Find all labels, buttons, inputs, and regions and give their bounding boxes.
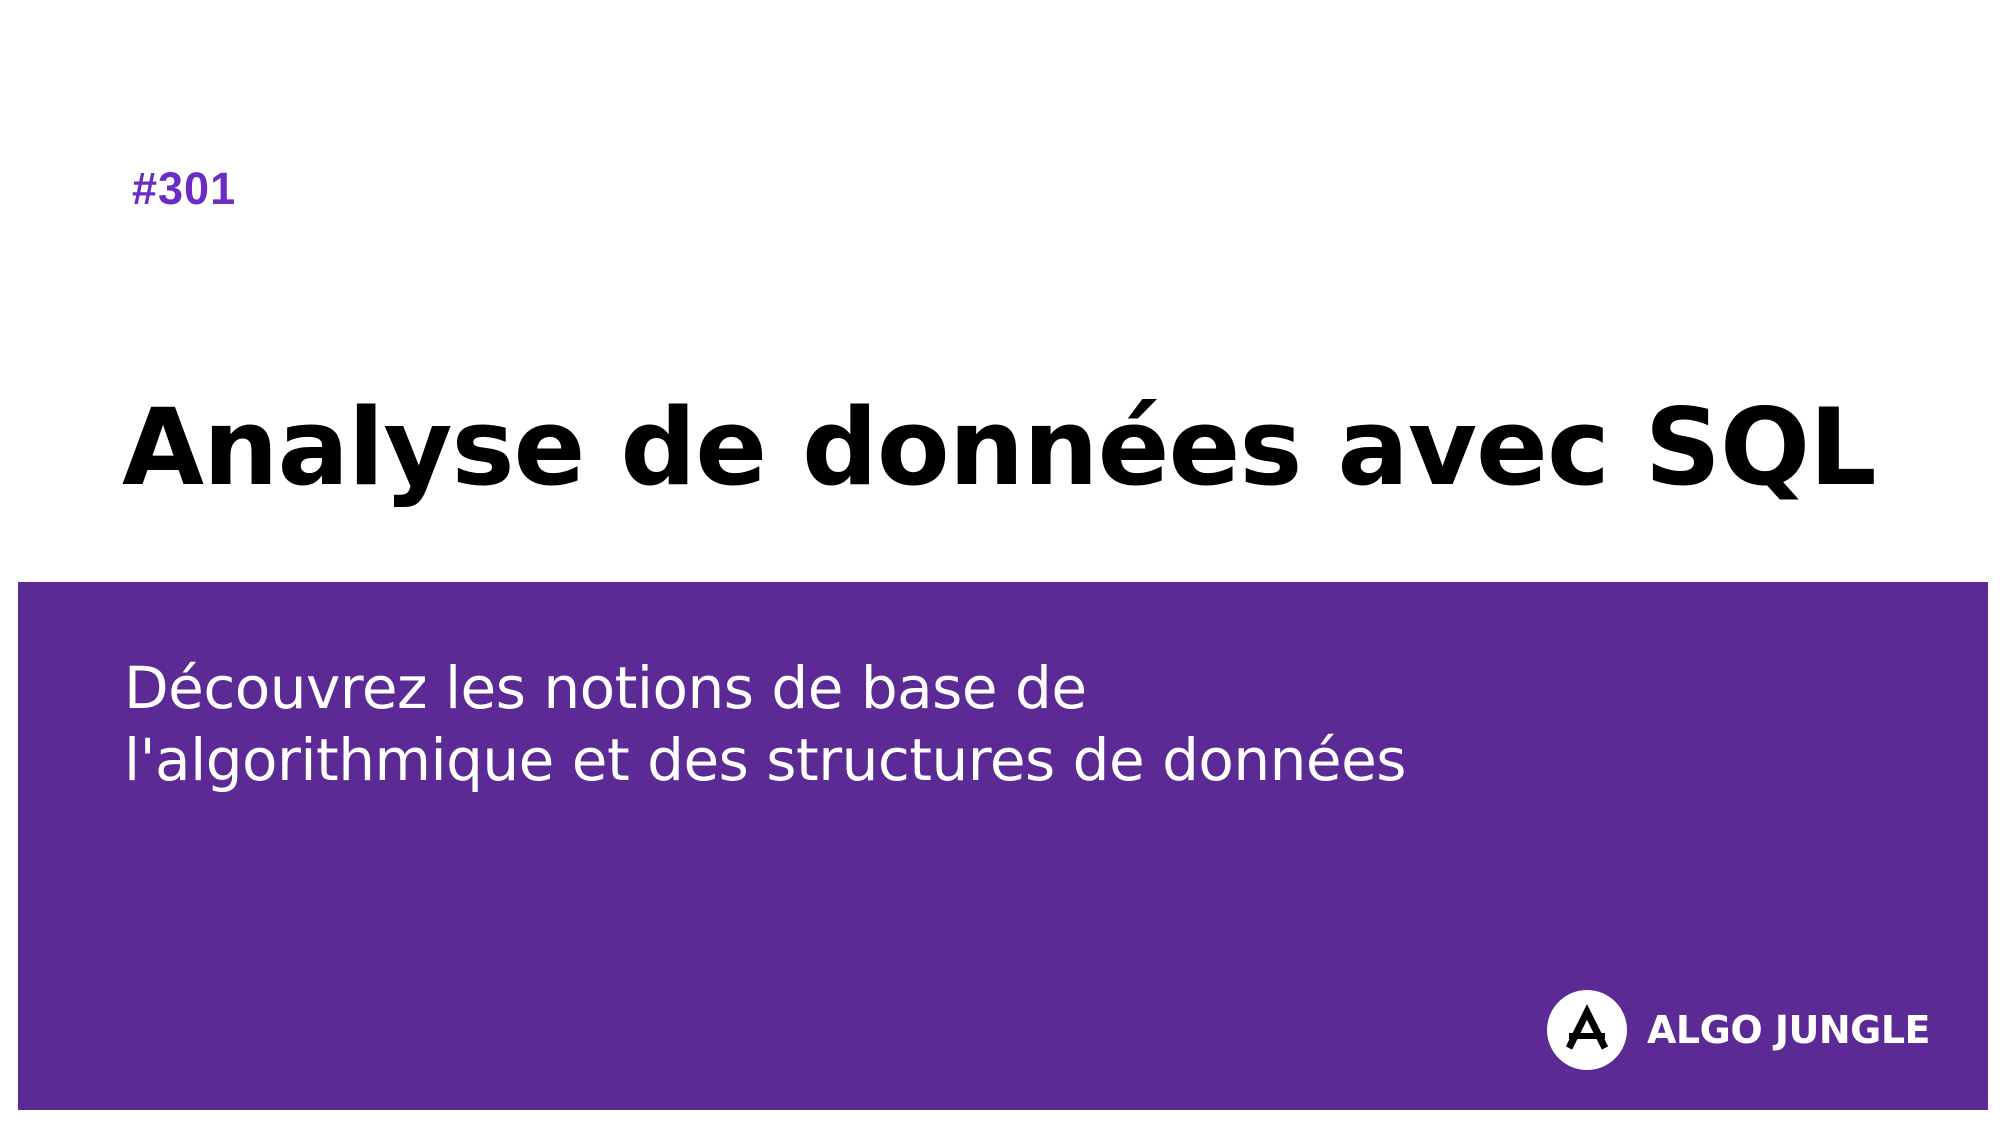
- brand-name: ALGO JUNGLE: [1647, 1008, 1931, 1052]
- subtitle-line-1: Découvrez les notions de base de: [124, 654, 1087, 722]
- subtitle-band: Découvrez les notions de base de l'algor…: [18, 582, 1988, 1110]
- brand: ALGO JUNGLE: [1547, 990, 1931, 1070]
- logo-glyph: [1565, 1004, 1609, 1050]
- thumbnail-card: #301 Analyse de données avec SQL Découvr…: [0, 0, 2000, 1125]
- subtitle: Découvrez les notions de base de l'algor…: [124, 652, 1624, 796]
- episode-number: #301: [132, 163, 237, 214]
- algo-jungle-logo-icon: [1547, 990, 1627, 1070]
- page-title: Analyse de données avec SQL: [122, 386, 1877, 509]
- subtitle-line-2: l'algorithmique et des structures de don…: [124, 726, 1407, 794]
